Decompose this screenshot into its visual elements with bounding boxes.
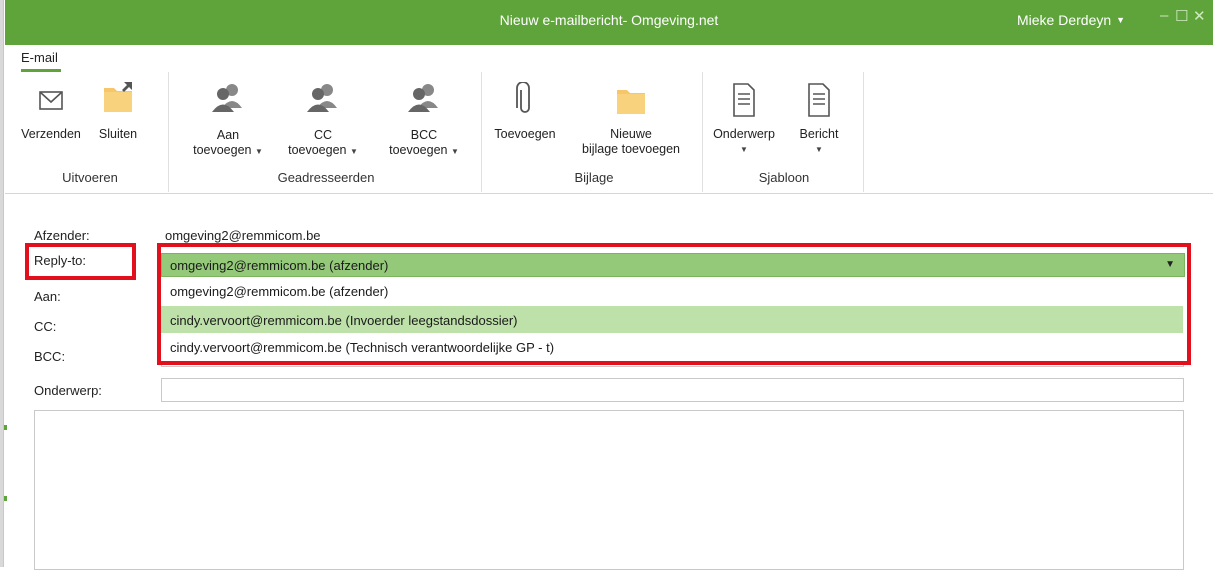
chevron-down-icon: ▼ (815, 145, 823, 154)
cc-label: CC: (34, 319, 57, 334)
close-message-label: Sluiten (98, 127, 138, 141)
close-button[interactable]: ✕ (1193, 7, 1206, 25)
group-label-bijlage: Bijlage (574, 170, 614, 185)
people-icon (212, 84, 242, 112)
group-divider (863, 72, 864, 192)
reply-to-label: Reply-to: (34, 253, 87, 268)
add-cc-label-2: toevoegen (288, 143, 347, 157)
envelope-icon (39, 91, 63, 110)
add-to-button[interactable]: Aan toevoegen ▼ (188, 82, 268, 159)
subject-field[interactable] (161, 378, 1184, 402)
close-message-button[interactable]: Sluiten (88, 80, 148, 142)
new-attachment-button[interactable]: Nieuwe bijlage toevoegen (571, 82, 691, 157)
user-menu[interactable]: Mieke Derdeyn ▼ (1017, 12, 1125, 28)
user-name: Mieke Derdeyn (1017, 12, 1112, 28)
chevron-down-icon: ▼ (740, 145, 748, 154)
document-icon (733, 83, 755, 117)
maximize-button[interactable]: ☐ (1175, 7, 1188, 25)
message-template-label: Bericht (799, 127, 839, 141)
group-divider (168, 72, 169, 192)
add-bcc-label-2: toevoegen (389, 143, 448, 157)
group-label-geadresseerden: Geadresseerden (277, 170, 375, 185)
folder-icon (617, 90, 645, 114)
folder-icon (104, 82, 132, 112)
group-label-sjabloon: Sjabloon (758, 170, 810, 185)
add-to-label-1: Aan (216, 128, 240, 142)
subject-label: Onderwerp: (34, 383, 102, 398)
add-cc-button[interactable]: CC toevoegen ▼ (275, 82, 371, 159)
add-attachment-button[interactable]: Toevoegen (487, 82, 563, 142)
paperclip-icon (516, 82, 530, 113)
title-bar: Nieuw e-mailbericht- Omgeving.net Mieke … (5, 0, 1213, 45)
chevron-down-icon: ▼ (450, 147, 459, 156)
add-attachment-label: Toevoegen (494, 127, 556, 141)
group-divider (702, 72, 703, 192)
chevron-down-icon: ▼ (254, 147, 263, 156)
group-label-uitvoeren: Uitvoeren (62, 170, 118, 185)
to-label: Aan: (34, 289, 61, 304)
send-label: Verzenden (21, 127, 81, 141)
new-attachment-label-2: bijlage toevoegen (582, 142, 680, 156)
people-icon (307, 84, 337, 112)
message-template-button[interactable]: Bericht ▼ (791, 82, 847, 157)
add-bcc-button[interactable]: BCC toevoegen ▼ (375, 82, 473, 159)
group-divider (481, 72, 482, 192)
document-icon (808, 83, 830, 117)
subject-template-label: Onderwerp (713, 127, 775, 141)
send-button[interactable]: Verzenden (17, 85, 85, 142)
chevron-down-icon: ▼ (349, 147, 358, 156)
add-bcc-label-1: BCC (410, 128, 438, 142)
bcc-label: BCC: (34, 349, 66, 364)
new-attachment-label-1: Nieuwe (610, 127, 652, 141)
people-icon (408, 84, 438, 112)
add-cc-label-1: CC (313, 128, 333, 142)
window-edge (0, 0, 4, 567)
tab-email[interactable]: E-mail (21, 50, 58, 65)
side-marker (4, 496, 7, 501)
minimize-button[interactable]: – (1160, 7, 1168, 24)
add-to-label-2: toevoegen (193, 143, 252, 157)
sender-label: Afzender: (34, 228, 90, 243)
message-body-editor[interactable] (34, 410, 1184, 570)
reply-to-dropdown-highlight (157, 243, 1191, 365)
subject-template-button[interactable]: Onderwerp ▼ (705, 82, 783, 157)
ribbon: Verzenden Sluiten Uitvoeren Aan toevoege… (5, 72, 1213, 194)
side-marker (4, 425, 7, 430)
chevron-down-icon: ▼ (1116, 15, 1126, 25)
sender-value: omgeving2@remmicom.be (165, 228, 321, 243)
